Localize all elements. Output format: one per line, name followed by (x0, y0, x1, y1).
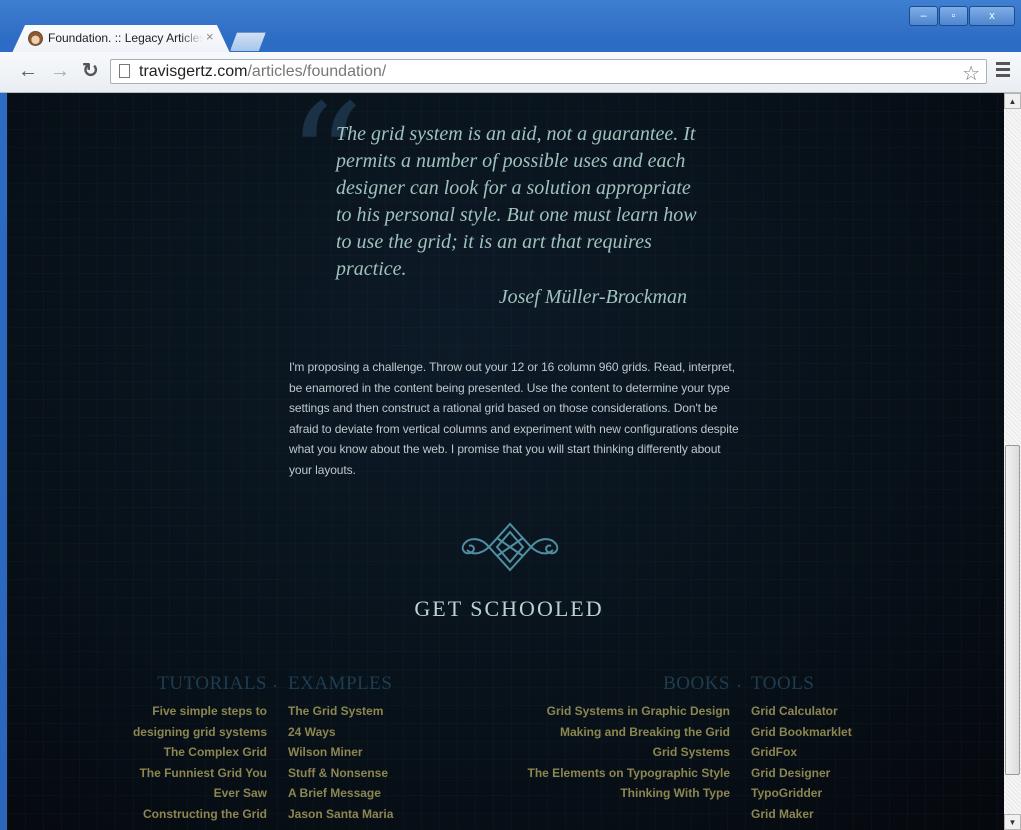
books-heading: BOOKS (663, 673, 730, 694)
scroll-thumb[interactable] (1005, 445, 1020, 775)
address-bar[interactable]: travisgertz.com/articles/foundation/ ☆ (110, 59, 987, 86)
tools-column: TOOLS Grid Calculator Grid Bookmarklet G… (751, 673, 951, 825)
tab-content: Foundation. :: Legacy Articles × (12, 25, 230, 53)
close-window-button[interactable]: x (969, 6, 1015, 26)
book-link[interactable]: Grid Systems (512, 742, 730, 763)
quote-author: Josef Müller-Brockman (498, 286, 687, 308)
tool-link[interactable]: Grid Maker (751, 804, 951, 825)
tab-strip: Foundation. :: Legacy Articles × – ▫ x (0, 0, 1021, 53)
minimize-button[interactable]: – (909, 6, 938, 26)
flourish-ornament-icon (461, 522, 559, 572)
example-link[interactable]: The Grid System (288, 701, 488, 722)
scroll-down-arrow-icon[interactable]: ▼ (1004, 814, 1021, 830)
browser-toolbar: ← → ↻ travisgertz.com/articles/foundatio… (0, 52, 1021, 93)
url-host: travisgertz.com (139, 63, 248, 80)
intro-paragraph: I'm proposing a challenge. Throw out you… (289, 360, 739, 477)
tool-link[interactable]: Grid Designer (751, 763, 951, 784)
scroll-up-arrow-icon[interactable]: ▲ (1004, 93, 1021, 109)
example-link[interactable]: A Brief Message (288, 783, 488, 804)
books-column: BOOKS Grid Systems in Graphic Design Mak… (512, 673, 730, 804)
example-link[interactable]: Wilson Miner (288, 742, 488, 763)
tutorials-heading: TUTORIALS (157, 673, 267, 694)
example-link[interactable]: 24 Ways (288, 722, 488, 743)
menu-icon[interactable] (996, 62, 1010, 80)
example-link[interactable]: Jason Santa Maria (288, 804, 488, 825)
window-controls: – ▫ x (908, 6, 1015, 26)
book-link[interactable]: The Elements on Typographic Style (512, 763, 730, 784)
tab-close-icon[interactable]: × (206, 29, 214, 44)
column-separator: · (272, 676, 279, 697)
url-text[interactable]: travisgertz.com/articles/foundation/ (139, 63, 386, 81)
column-separator: · (736, 676, 743, 697)
examples-heading: EXAMPLES (288, 673, 393, 694)
bookmark-star-icon[interactable]: ☆ (962, 61, 980, 86)
tutorial-link[interactable]: The Complex Grid (112, 742, 267, 763)
tutorial-link[interactable]: Constructing the Grid (112, 804, 267, 825)
reload-icon[interactable]: ↻ (82, 61, 99, 81)
forward-arrow-icon[interactable]: → (50, 61, 70, 81)
tutorial-link[interactable]: The Funniest Grid You Ever Saw (112, 763, 267, 804)
example-link[interactable]: Stuff & Nonsense (288, 763, 488, 784)
book-link[interactable]: Making and Breaking the Grid (512, 722, 730, 743)
new-tab-button[interactable] (230, 32, 266, 51)
pull-quote: The grid system is an aid, not a guarant… (336, 123, 697, 280)
vertical-scrollbar[interactable]: ▲ ▼ (1004, 93, 1021, 830)
page-icon (119, 64, 130, 78)
maximize-button[interactable]: ▫ (939, 6, 968, 26)
tutorials-column: TUTORIALS Five simple steps to designing… (112, 673, 267, 825)
tools-heading: TOOLS (751, 673, 815, 694)
tool-link[interactable]: Grid Calculator (751, 701, 951, 722)
book-link[interactable]: Grid Systems in Graphic Design (512, 701, 730, 722)
tab-title: Foundation. :: Legacy Articles (48, 31, 203, 45)
url-path: /articles/foundation/ (247, 63, 387, 80)
page-viewport: “ The grid system is an aid, not a guara… (7, 93, 1004, 830)
back-arrow-icon[interactable]: ← (18, 61, 38, 81)
site-favicon-icon (28, 31, 43, 46)
tool-link[interactable]: Grid Bookmarklet (751, 722, 951, 743)
tutorial-link[interactable]: Five simple steps to designing grid syst… (112, 701, 267, 742)
section-heading: GET SCHOOLED (414, 596, 604, 621)
book-link[interactable]: Thinking With Type (512, 783, 730, 804)
tool-link[interactable]: TypoGridder (751, 783, 951, 804)
examples-column: EXAMPLES The Grid System 24 Ways Wilson … (288, 673, 488, 825)
tool-link[interactable]: GridFox (751, 742, 951, 763)
